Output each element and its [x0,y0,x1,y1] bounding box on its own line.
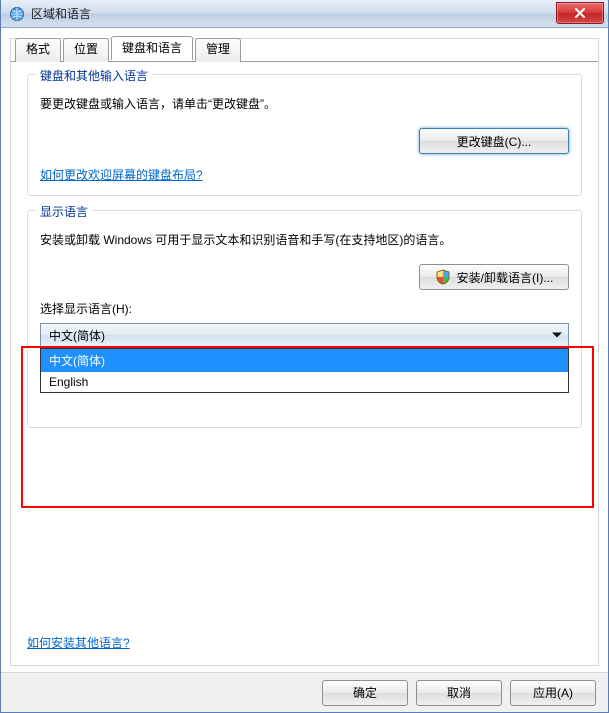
dialog-footer: 确定 取消 应用(A) [1,672,608,712]
group-keyboard-desc: 要更改键盘或输入语言，请单击“更改键盘”。 [40,95,569,114]
tab-keyboard-language[interactable]: 键盘和语言 [111,36,193,60]
group-display-legend: 显示语言 [36,203,92,220]
tab-page-keyboard-language: 键盘和其他输入语言 要更改键盘或输入语言，请单击“更改键盘”。 更改键盘(C).… [11,61,598,665]
chevron-down-icon [552,333,562,338]
change-keyboard-button[interactable]: 更改键盘(C)... [419,128,569,154]
dropdown-selected-value: 中文(简体) [49,327,105,344]
close-button[interactable] [556,2,604,24]
tab-strip: 格式 位置 键盘和语言 管理 [15,38,243,62]
tab-admin[interactable]: 管理 [195,38,241,62]
window-title: 区域和语言 [31,5,91,22]
select-display-language-label: 选择显示语言(H): [40,300,569,317]
install-uninstall-label: 安装/卸载语言(I)... [457,269,554,286]
tab-location[interactable]: 位置 [63,38,109,62]
display-language-dropdown[interactable]: 中文(简体) 中文(简体) English [40,323,569,347]
ok-button[interactable]: 确定 [322,680,408,706]
install-other-languages-help-link[interactable]: 如何安装其他语言? [27,634,130,651]
install-uninstall-language-button[interactable]: 安装/卸载语言(I)... [419,264,569,290]
group-keyboard-input: 键盘和其他输入语言 要更改键盘或输入语言，请单击“更改键盘”。 更改键盘(C).… [27,74,582,196]
group-keyboard-legend: 键盘和其他输入语言 [36,67,152,84]
title-bar: 区域和语言 [1,0,608,28]
dropdown-option-zh-simplified[interactable]: 中文(简体) [41,349,568,372]
client-area: 格式 位置 键盘和语言 管理 键盘和其他输入语言 要更改键盘或输入语言，请单击“… [10,38,599,666]
dialog-region-language: 区域和语言 格式 位置 键盘和语言 管理 键盘和其他输入语言 要更改键盘或输入语… [0,0,609,713]
globe-icon [9,6,25,22]
shield-icon [435,269,451,285]
keyboard-layout-help-link[interactable]: 如何更改欢迎屏幕的键盘布局? [40,168,203,182]
cancel-button[interactable]: 取消 [416,680,502,706]
group-display-desc: 安装或卸载 Windows 可用于显示文本和识别语音和手写(在支持地区)的语言。 [40,231,569,250]
dropdown-option-english[interactable]: English [41,372,568,392]
display-language-dropdown-list: 中文(简体) English [40,348,569,393]
group-display-language: 显示语言 安装或卸载 Windows 可用于显示文本和识别语音和手写(在支持地区… [27,210,582,428]
tab-format[interactable]: 格式 [15,38,61,62]
apply-button[interactable]: 应用(A) [510,680,596,706]
